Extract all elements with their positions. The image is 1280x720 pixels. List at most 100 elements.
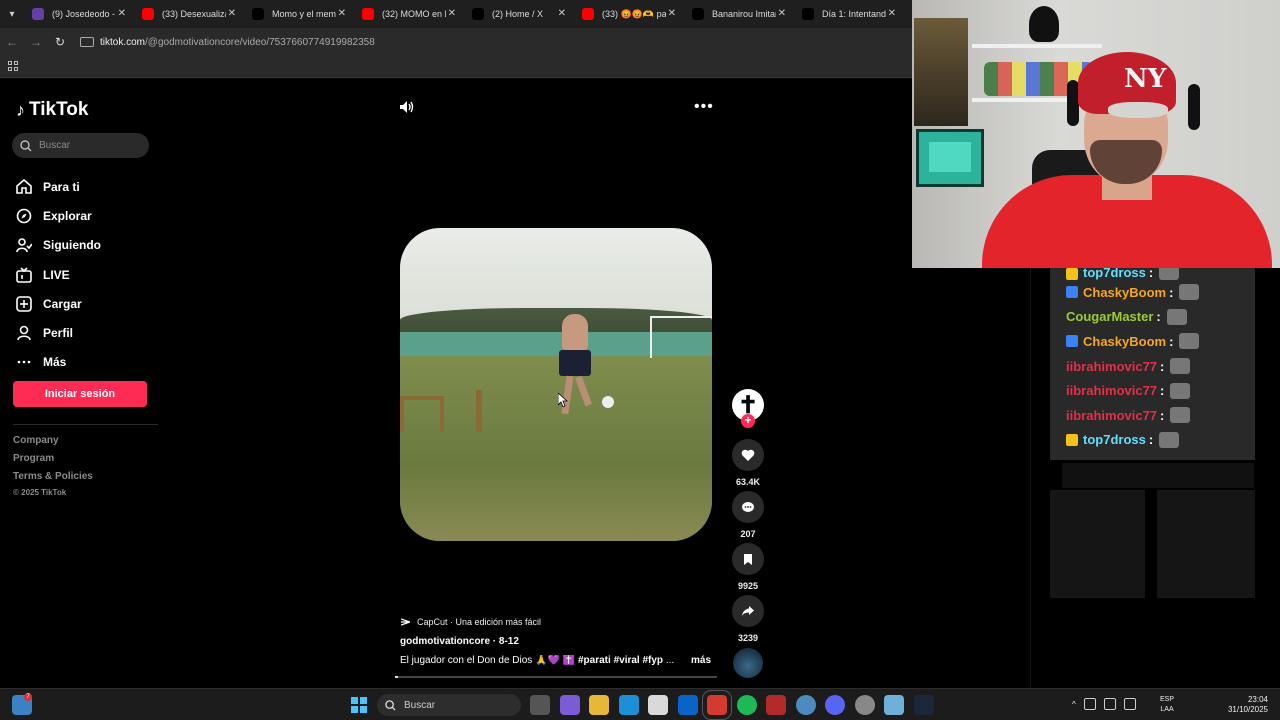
follow-plus-icon[interactable]: + (741, 414, 755, 428)
tab-close-icon[interactable]: ✕ (558, 8, 566, 19)
chat-username[interactable]: iibrahimovic77 (1066, 383, 1157, 398)
footer-link[interactable]: Terms & Policies (13, 471, 93, 489)
chat-username[interactable]: top7dross (1083, 268, 1146, 280)
tab-close-icon[interactable]: ✕ (228, 8, 236, 19)
profile-icon (16, 325, 32, 341)
file-explorer-icon[interactable] (589, 695, 609, 715)
sidebar-item-para-ti[interactable]: Para ti (16, 172, 101, 201)
chat-username[interactable]: iibrahimovic77 (1066, 359, 1157, 374)
copilot-icon[interactable] (559, 695, 580, 715)
tab-search-icon[interactable]: ▾ (0, 0, 24, 28)
browser-tab[interactable]: (33) 😡😡🫶 pau ✕ (574, 0, 684, 28)
video-hurdle (400, 396, 444, 432)
network-app-icon[interactable] (795, 695, 816, 715)
discord-icon[interactable] (825, 695, 845, 715)
chat-username[interactable]: ChaskyBoom (1083, 285, 1166, 300)
video-player[interactable] (400, 228, 712, 541)
chrome-icon[interactable] (702, 690, 732, 720)
music-disc-icon[interactable] (733, 648, 763, 678)
share-icon (742, 606, 754, 616)
chat-emote-icon (1159, 431, 1180, 448)
taskbar-search[interactable]: Buscar (377, 694, 521, 716)
chat-username[interactable]: CougarMaster (1066, 309, 1153, 324)
compass-icon (16, 208, 32, 224)
url-field[interactable]: tiktok.com /@godmotivationcore/video/753… (80, 37, 375, 48)
webcam-cap-logo: NY (1124, 64, 1167, 94)
browser-tab[interactable]: (32) MOMO en Lo✕ (354, 0, 464, 28)
video-description: El jugador con el Don de Dios 🙏💜 ✝️ #par… (400, 655, 680, 666)
tab-close-icon[interactable]: ✕ (778, 8, 786, 19)
volume-icon[interactable] (399, 100, 415, 114)
spotify-icon[interactable] (736, 695, 757, 715)
more-options-icon[interactable]: ••• (694, 98, 714, 116)
browser-tab[interactable]: Día 1: Intentando ✕ (794, 0, 904, 28)
video-progress-bar[interactable] (395, 676, 717, 678)
steam-icon[interactable] (913, 695, 934, 715)
edge-icon[interactable] (618, 695, 639, 715)
chat-username[interactable]: ChaskyBoom (1083, 334, 1166, 349)
sidebar-item-perfil[interactable]: Perfil (16, 318, 101, 347)
tab-list: (9) Josedeodo - Tw✕(33) Desexualizar✕Mom… (24, 0, 904, 28)
tab-close-icon[interactable]: ✕ (668, 8, 676, 19)
clock[interactable]: 23:04 31/10/2025 (1222, 695, 1268, 715)
sidebar-item-explorar[interactable]: Explorar (16, 201, 101, 230)
capcut-label: CapCut · Una edición más fácil (417, 617, 542, 627)
video-player-figure (562, 314, 588, 350)
browser-tab[interactable]: Bananirou Imitan ✕ (684, 0, 794, 28)
apps-grid-icon[interactable] (8, 61, 18, 71)
chat-badge-icon (1066, 335, 1078, 348)
sidebar-item-label: Siguiendo (43, 238, 101, 253)
chat-badge-icon (1066, 286, 1078, 299)
search-input[interactable]: Buscar (12, 133, 149, 158)
site-info-icon[interactable] (80, 37, 94, 47)
browser-tab[interactable]: (2) Home / X ✕ (464, 0, 574, 28)
task-view-icon[interactable] (530, 695, 550, 715)
sidebar-item-live[interactable]: LIVE (16, 260, 101, 289)
outlook-icon[interactable] (677, 695, 698, 715)
sidebar-item-más[interactable]: Más (16, 348, 101, 377)
tab-title: (33) 😡😡🫶 pau (602, 8, 666, 19)
share-button[interactable]: 3239 (732, 595, 764, 643)
tab-close-icon[interactable]: ✕ (888, 8, 896, 19)
voice-app-icon[interactable] (766, 695, 786, 715)
forward-icon[interactable]: → (24, 35, 48, 49)
live-icon (16, 266, 32, 283)
system-tray: ^ (1072, 698, 1136, 710)
browser-tab[interactable]: Momo y el meme ✕ (244, 0, 354, 28)
url-domain: tiktok.com (100, 36, 146, 48)
tiktok-logo[interactable]: ♪ TikTok (16, 99, 88, 121)
tab-close-icon[interactable]: ✕ (338, 8, 346, 19)
comment-button[interactable]: 207 (732, 491, 764, 539)
tab-close-icon[interactable]: ✕ (118, 8, 126, 19)
microphone-icon[interactable] (1123, 698, 1136, 710)
footer-link[interactable]: Company (13, 435, 93, 453)
start-button[interactable] (351, 697, 367, 713)
sidebar-item-label: Más (43, 355, 67, 370)
login-button[interactable]: Iniciar sesión (13, 381, 147, 407)
more-description-button[interactable]: más (691, 655, 711, 666)
tray-app-icon[interactable] (1083, 698, 1096, 710)
author-line[interactable]: godmotivationcore · 8-12 (400, 636, 519, 647)
browser-tab[interactable]: (9) Josedeodo - Tw✕ (24, 0, 134, 28)
back-icon[interactable]: ← (0, 35, 24, 49)
hashtags[interactable]: #parati #viral #fyp (578, 655, 663, 666)
chat-username[interactable]: iibrahimovic77 (1066, 408, 1157, 423)
chat-username[interactable]: top7dross (1083, 432, 1146, 447)
sidebar-item-cargar[interactable]: Cargar (16, 289, 101, 318)
reload-icon[interactable]: ↻ (48, 35, 72, 49)
sidebar-item-label: Explorar (43, 208, 92, 223)
chevron-up-icon[interactable]: ^ (1072, 700, 1076, 709)
save-button[interactable]: 9925 (732, 543, 764, 591)
tab-close-icon[interactable]: ✕ (448, 8, 456, 19)
video-progress-fill (395, 676, 399, 678)
footer-link[interactable]: Program (13, 453, 93, 471)
capcut-link[interactable]: CapCut · Una edición más fácil (401, 617, 541, 627)
tray-app-icon[interactable] (1103, 698, 1116, 710)
settings-icon[interactable] (854, 695, 875, 715)
store-icon[interactable] (648, 695, 668, 715)
browser-tab[interactable]: (33) Desexualizar ✕ (134, 0, 244, 28)
language-indicator[interactable]: ESP LAA (1160, 695, 1174, 715)
remote-desktop-icon[interactable] (884, 695, 904, 715)
sidebar-item-siguiendo[interactable]: Siguiendo (16, 231, 101, 260)
like-button[interactable]: 63.4K (732, 439, 764, 487)
